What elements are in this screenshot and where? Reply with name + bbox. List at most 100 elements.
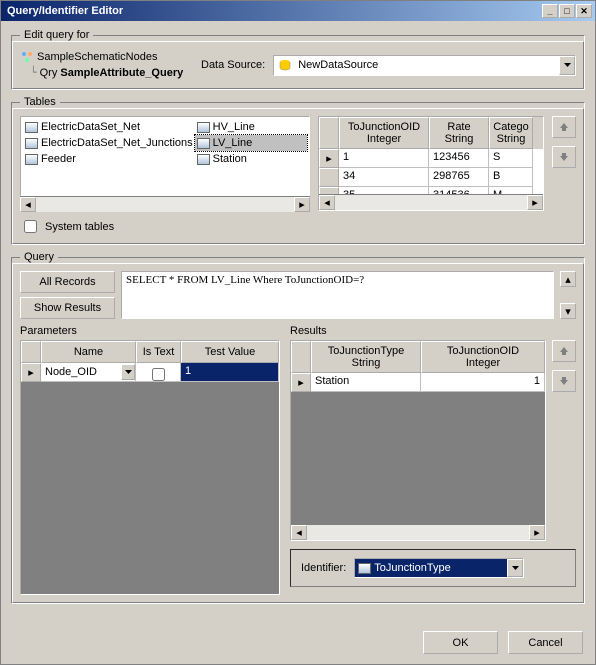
column-header: ToJunctionTypeString	[311, 341, 421, 373]
tree-connector-icon: └	[30, 65, 37, 81]
datasource-label: Data Source:	[201, 59, 265, 71]
tree-root-label: SampleSchematicNodes	[37, 49, 157, 65]
query-tree[interactable]: SampleSchematicNodes └ Qry SampleAttribu…	[20, 49, 185, 81]
chevron-down-icon	[125, 370, 132, 374]
table-row: ▸1123456S	[319, 149, 543, 168]
sql-textarea[interactable]	[121, 271, 554, 319]
dialog-footer: OK Cancel	[1, 623, 595, 664]
scroll-right-icon[interactable]: ▸	[527, 195, 543, 210]
table-icon	[25, 138, 38, 149]
param-name-value: Node_OID	[45, 366, 121, 378]
table-item: HV_Line	[195, 119, 307, 135]
sql-scroll-up[interactable]: ▴	[560, 271, 576, 287]
identifier-panel: Identifier: ToJunctionType	[290, 549, 576, 587]
table-item: Station	[195, 151, 307, 167]
arrow-down-icon	[559, 376, 569, 386]
maximize-button[interactable]: □	[559, 4, 575, 18]
table-icon	[197, 154, 210, 165]
row-selector[interactable]	[319, 168, 339, 187]
chevron-down-icon	[564, 63, 571, 67]
param-testvalue: 1	[181, 363, 279, 382]
arrow-up-icon	[559, 122, 569, 132]
system-tables-label: System tables	[45, 221, 114, 233]
table-row: ▸ Station 1	[291, 373, 545, 392]
row-selector[interactable]: ▸	[291, 373, 311, 392]
results-grid[interactable]: ToJunctionTypeString ToJunctionOIDIntege…	[290, 340, 546, 541]
identifier-combo[interactable]: ToJunctionType	[354, 558, 524, 578]
query-group: Query All Records Show Results ▴ ▾ Param…	[11, 251, 585, 604]
scroll-left-icon[interactable]: ◂	[319, 195, 335, 210]
scroll-right-icon[interactable]: ▸	[294, 197, 310, 212]
row-selector-header	[319, 117, 339, 149]
scroll-left-icon[interactable]: ◂	[291, 525, 307, 540]
schematic-nodes-icon	[20, 50, 34, 64]
row-selector-header	[21, 341, 41, 363]
identifier-dropdown-button[interactable]	[507, 559, 523, 577]
cancel-button[interactable]: Cancel	[508, 631, 583, 654]
table-item: ElectricDataSet_Net_Junctions	[23, 135, 195, 151]
table-icon	[197, 122, 210, 133]
param-name-dropdown[interactable]	[121, 364, 135, 380]
chevron-down-icon	[512, 566, 519, 570]
dialog-window: Query/Identifier Editor _ □ ✕ Edit query…	[0, 0, 596, 665]
table-item: Feeder	[23, 151, 195, 167]
move-down-button[interactable]	[552, 146, 576, 168]
tree-child-prefix: Qry	[40, 65, 58, 81]
arrow-up-icon	[559, 346, 569, 356]
arrow-down-icon	[559, 152, 569, 162]
tables-group: Tables ElectricDataSet_Net HV_Line Elect…	[11, 96, 585, 245]
table-item-selected: LV_Line	[195, 135, 307, 151]
column-header: CategoString	[489, 117, 533, 149]
database-icon	[277, 57, 293, 73]
datasource-combo[interactable]: NewDataSource	[273, 55, 576, 76]
row-selector-header	[291, 341, 311, 373]
column-header: Is Text	[136, 341, 181, 363]
row-selector[interactable]: ▸	[21, 363, 41, 382]
window-title: Query/Identifier Editor	[4, 5, 542, 17]
parameters-label: Parameters	[20, 325, 280, 337]
scroll-left-icon[interactable]: ◂	[20, 197, 36, 212]
identifier-value: ToJunctionType	[374, 562, 450, 574]
minimize-button[interactable]: _	[542, 4, 558, 18]
identifier-label: Identifier:	[301, 562, 346, 574]
tree-child-label: SampleAttribute_Query	[60, 65, 183, 81]
column-header: ToJunctionOIDInteger	[421, 341, 545, 373]
tables-list[interactable]: ElectricDataSet_Net HV_Line ElectricData…	[20, 116, 310, 196]
table-item: ElectricDataSet_Net	[23, 119, 195, 135]
results-move-down-button[interactable]	[552, 370, 576, 392]
row-selector[interactable]	[319, 187, 339, 194]
parameters-grid[interactable]: Name Is Text Test Value ▸ Node_OID	[20, 340, 280, 595]
close-button[interactable]: ✕	[576, 4, 592, 18]
query-legend: Query	[20, 251, 58, 263]
param-istext-checkbox[interactable]	[152, 368, 165, 381]
table-row: ▸ Node_OID 1	[21, 363, 279, 382]
show-results-button[interactable]: Show Results	[20, 297, 115, 319]
column-header: RateString	[429, 117, 489, 149]
move-up-button[interactable]	[552, 116, 576, 138]
editquery-legend: Edit query for	[20, 29, 93, 41]
table-row: 34298765B	[319, 168, 543, 187]
table-icon	[25, 122, 38, 133]
table-icon	[197, 138, 210, 149]
column-header: Test Value	[181, 341, 279, 363]
table-data-grid[interactable]: ToJunctionOIDInteger RateString CategoSt…	[318, 116, 544, 211]
table-icon	[358, 563, 371, 574]
datasource-value: NewDataSource	[296, 59, 559, 71]
table-data-scrollbar[interactable]: ◂ ▸	[319, 194, 543, 210]
column-header: ToJunctionOIDInteger	[339, 117, 429, 149]
scroll-right-icon[interactable]: ▸	[529, 525, 545, 540]
system-tables-checkbox[interactable]	[24, 220, 37, 233]
all-records-button[interactable]: All Records	[20, 271, 115, 293]
tables-list-scrollbar[interactable]: ◂ ▸	[20, 196, 310, 212]
sql-scroll-down[interactable]: ▾	[560, 303, 576, 319]
editquery-group: Edit query for SampleSchematicNodes └ Qr…	[11, 29, 585, 90]
ok-button[interactable]: OK	[423, 631, 498, 654]
row-selector[interactable]: ▸	[319, 149, 339, 168]
table-icon	[25, 154, 38, 165]
results-scrollbar[interactable]: ◂ ▸	[291, 524, 545, 540]
table-row: 35314536M	[319, 187, 543, 194]
results-move-up-button[interactable]	[552, 340, 576, 362]
column-header: Name	[41, 341, 136, 363]
datasource-dropdown-button[interactable]	[559, 56, 575, 75]
tables-legend: Tables	[20, 96, 60, 108]
